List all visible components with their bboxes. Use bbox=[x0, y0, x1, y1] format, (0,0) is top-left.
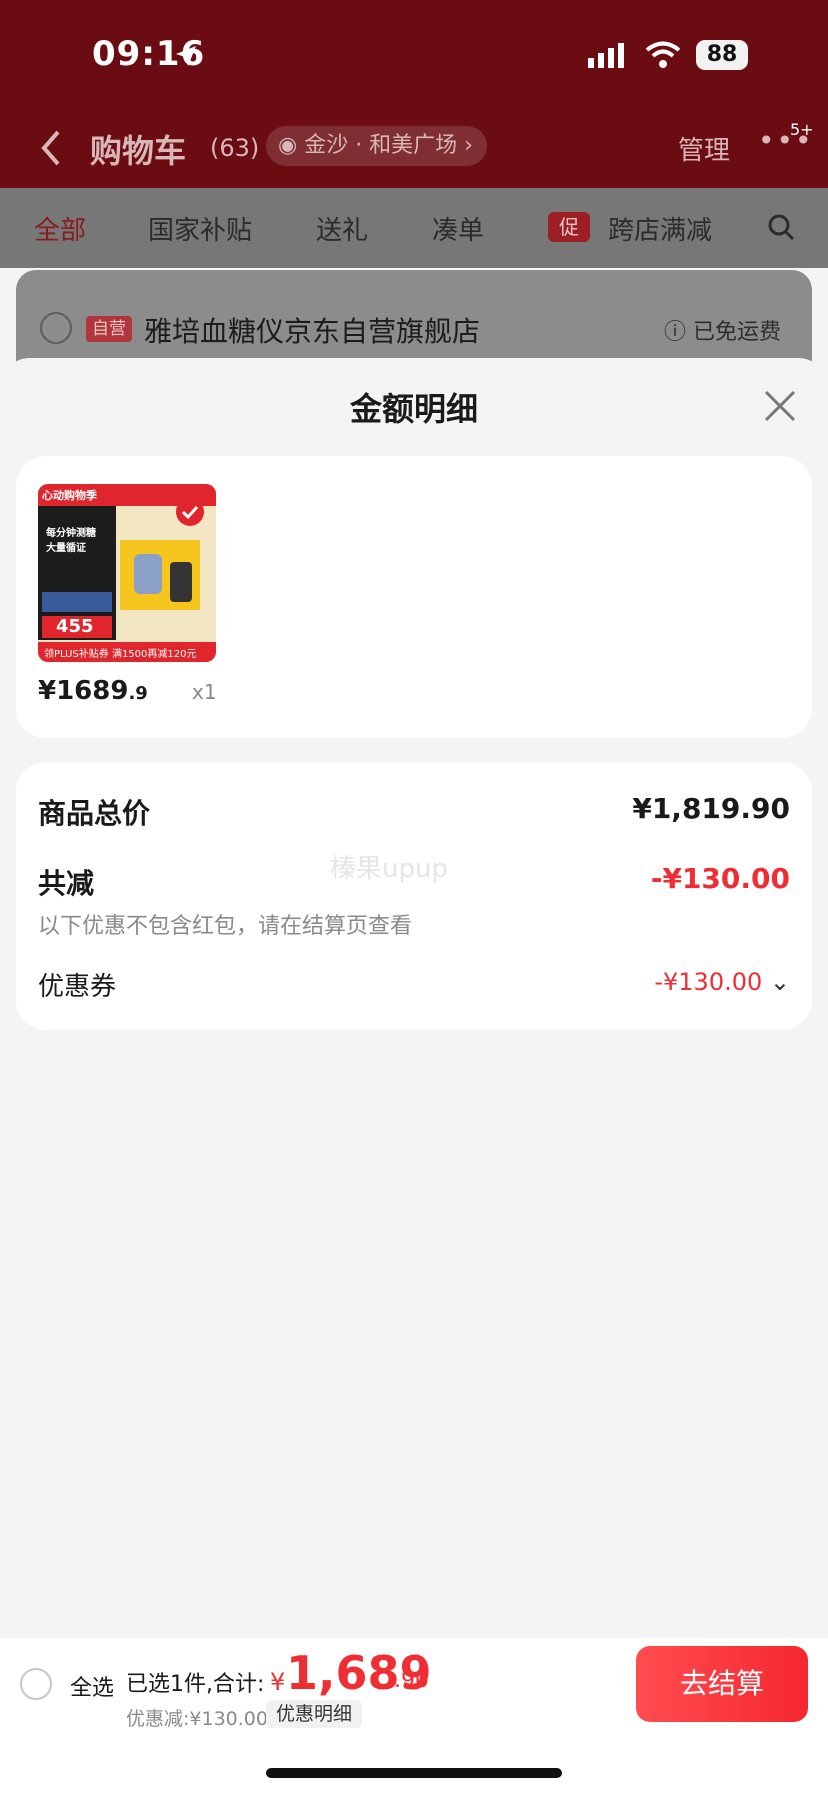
wifi-icon bbox=[644, 40, 682, 70]
chevron-down-icon: ⌄ bbox=[769, 968, 790, 996]
discount-note: 以下优惠不包含红包，请在结算页查看 bbox=[38, 914, 413, 939]
coupon-label: 优惠券 bbox=[38, 972, 117, 1002]
select-all-label[interactable]: 全选 bbox=[70, 1670, 114, 1702]
location-label: 金沙 · 和美广场 bbox=[304, 133, 458, 158]
location-selector[interactable]: ◉ 金沙 · 和美广场 › bbox=[266, 126, 487, 166]
sheet-title: 金额明细 bbox=[349, 390, 478, 428]
watermark: 榛果upup bbox=[330, 854, 448, 884]
battery-indicator: 88 bbox=[696, 40, 748, 70]
coupon-row[interactable]: -¥130.00 ⌄ bbox=[654, 968, 790, 996]
back-icon[interactable] bbox=[36, 128, 66, 168]
tab-cross-store[interactable]: 跨店满减 bbox=[608, 210, 712, 247]
product-image[interactable]: 心动购物季 每分钟测糖 大量循证 455 领PLUS补贴券 满1500再减120… bbox=[38, 484, 216, 662]
thumb-brand: 心动购物季 bbox=[42, 489, 97, 502]
search-icon[interactable] bbox=[766, 212, 796, 242]
location-arrow-icon bbox=[172, 42, 200, 70]
free-shipping-label: ⓘ 已免运费 bbox=[664, 320, 782, 345]
store-name[interactable]: 雅培血糖仪京东自营旗舰店 bbox=[144, 310, 480, 350]
product-quantity: x1 bbox=[192, 680, 217, 704]
thumb-badge: 每分钟测糖 大量循证 bbox=[46, 528, 96, 554]
manage-button[interactable]: 管理 bbox=[678, 130, 730, 167]
promo-tag: 促 bbox=[548, 212, 590, 242]
total-value: ¥1,819.90 bbox=[632, 792, 790, 825]
self-operated-tag: 自营 bbox=[86, 316, 132, 342]
product-price: ¥1689.9 bbox=[38, 676, 148, 706]
select-all-checkbox[interactable] bbox=[20, 1668, 52, 1700]
discount-detail-button[interactable]: 优惠明细 bbox=[266, 1700, 363, 1728]
tab-national-subsidy[interactable]: 国家补贴 bbox=[148, 210, 252, 247]
store-checkbox[interactable] bbox=[40, 312, 72, 344]
discount-label: 共减 bbox=[38, 867, 95, 900]
tab-all[interactable]: 全部 bbox=[34, 210, 86, 247]
total-label: 商品总价 bbox=[38, 797, 151, 830]
chevron-right-icon: › bbox=[457, 133, 473, 158]
selected-summary: 已选1件,合计: bbox=[126, 1672, 265, 1697]
close-icon[interactable] bbox=[760, 386, 800, 426]
message-badge: 5+ bbox=[790, 120, 814, 139]
total-decimal: .90 bbox=[394, 1668, 429, 1693]
coupon-value: -¥130.00 bbox=[654, 968, 763, 996]
checkout-button[interactable]: 去结算 bbox=[636, 1646, 808, 1722]
cart-title: 购物车 bbox=[90, 132, 187, 170]
thumb-price: 455 bbox=[56, 616, 94, 637]
home-indicator bbox=[266, 1768, 562, 1778]
tab-add-on[interactable]: 凑单 bbox=[432, 210, 484, 247]
discount-value: -¥130.00 bbox=[650, 862, 790, 895]
eye-icon: ◉ bbox=[278, 133, 305, 158]
signal-icon bbox=[586, 42, 630, 70]
thumb-footer: 领PLUS补贴券 满1500再减120元 bbox=[44, 649, 197, 660]
saved-amount: 优惠减:¥130.00 bbox=[126, 1708, 268, 1730]
total-currency: ¥ bbox=[270, 1668, 286, 1696]
tab-gift[interactable]: 送礼 bbox=[316, 210, 368, 247]
cart-count: (63) bbox=[210, 134, 260, 162]
